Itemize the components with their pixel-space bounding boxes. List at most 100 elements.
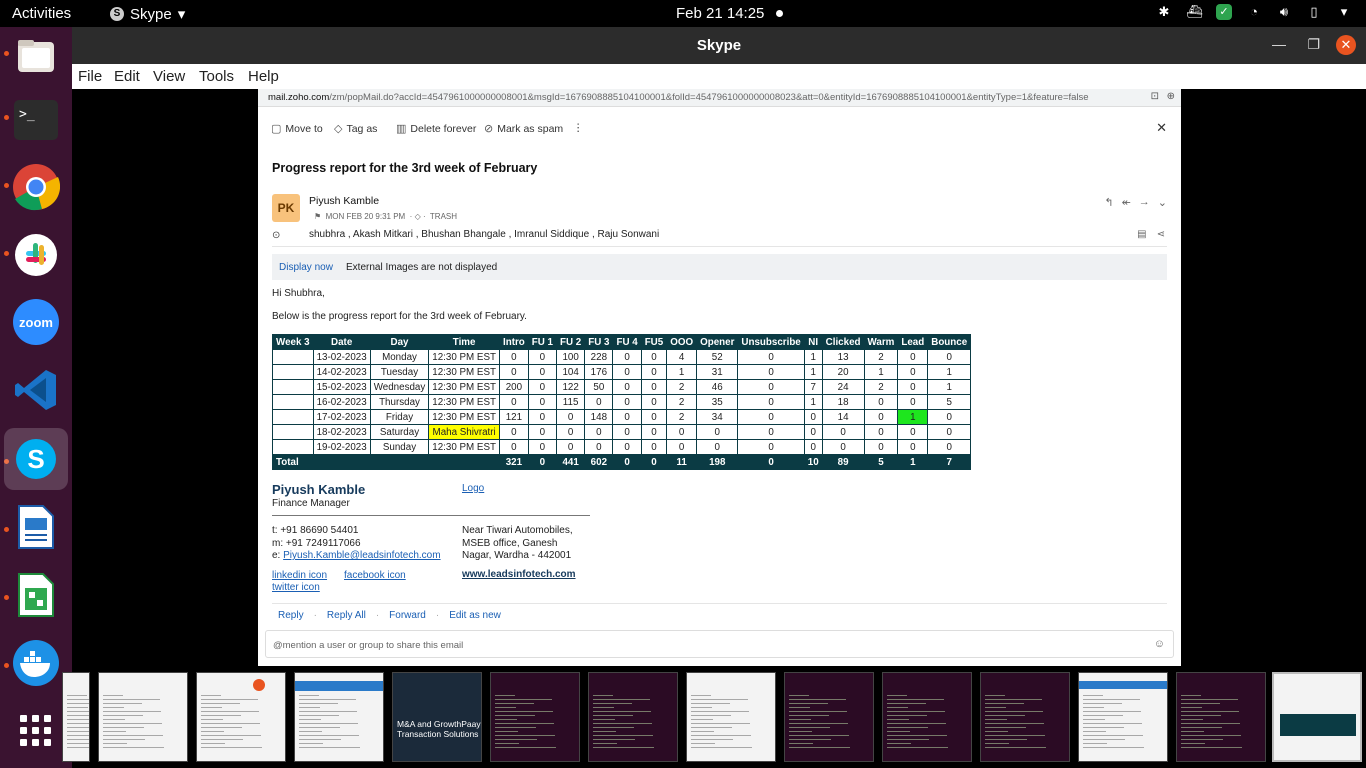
window-thumbnail[interactable]	[490, 672, 580, 762]
writer-app-icon[interactable]	[10, 501, 62, 553]
menu-help[interactable]: Help	[248, 68, 279, 85]
delete-forever-label: Delete forever	[410, 122, 477, 135]
website-link[interactable]: www.leadsinfotech.com	[462, 569, 576, 580]
chevron-down-icon[interactable]: ▾	[1336, 4, 1352, 20]
table-cell: 20	[821, 364, 865, 380]
reply-all-icon[interactable]: ↞	[1122, 196, 1131, 209]
more-options-icon[interactable]: ⋮	[573, 122, 584, 134]
recipients-expand-icon[interactable]: ⊙	[272, 230, 280, 241]
table-cell: 121	[499, 409, 529, 425]
linkedin-link[interactable]: linkedin icon	[272, 570, 327, 581]
menu-edit[interactable]: Edit	[114, 68, 140, 85]
close-icon[interactable]: ✕	[1156, 120, 1167, 136]
read-icon[interactable]: ▤	[1137, 229, 1146, 240]
tag-as-button[interactable]: ◇ Tag as	[334, 122, 377, 136]
update-check-icon[interactable]: ✓	[1216, 4, 1232, 20]
table-cell: 1	[897, 409, 929, 425]
thumbnail-text-line	[593, 747, 654, 748]
edit-as-new-link[interactable]: Edit as new	[449, 610, 501, 621]
window-thumbnail[interactable]	[882, 672, 972, 762]
table-cell: 115	[555, 394, 586, 410]
facebook-link[interactable]: facebook icon	[344, 570, 406, 581]
mention-input[interactable]: @mention a user or group to share this e…	[265, 630, 1174, 658]
tag-icon[interactable]: ◇	[415, 212, 421, 221]
volume-icon[interactable]: 🔊︎	[1276, 4, 1292, 20]
skype-app-icon[interactable]: S	[4, 428, 68, 490]
wifi-icon[interactable]: ◔	[1246, 4, 1262, 20]
delete-forever-button[interactable]: ▥ Delete forever	[396, 122, 477, 136]
app-menu[interactable]: S Skype ▾	[110, 5, 185, 23]
share-icon[interactable]: ⋖	[1157, 229, 1165, 240]
window-thumbnail[interactable]	[1078, 672, 1168, 762]
signature-logo-link[interactable]: Logo	[462, 483, 484, 494]
activities-button[interactable]: Activities	[12, 5, 71, 22]
files-app-icon[interactable]	[10, 30, 62, 82]
window-thumbnail[interactable]	[784, 672, 874, 762]
slack-app-icon[interactable]	[10, 229, 62, 281]
reply-link[interactable]: Reply	[278, 610, 304, 621]
app-grid-icon[interactable]	[10, 705, 62, 757]
chevron-down-icon: ▾	[177, 6, 186, 23]
thumbnail-text-line	[67, 707, 88, 708]
window-thumbnail[interactable]	[294, 672, 384, 762]
battery-icon[interactable]: ▯	[1306, 4, 1322, 20]
chevron-down-icon[interactable]: ⌄	[1158, 196, 1167, 209]
facebook-icon[interactable]: facebook icon	[344, 570, 406, 581]
top-bar: Activities S Skype ▾ Feb 21 14:25 ✱ ⛴ ✓ …	[0, 0, 1366, 27]
thumbnail-text-line	[67, 703, 89, 704]
thumbnail-text-line	[67, 715, 89, 716]
window-thumbnail-selected[interactable]	[1272, 672, 1362, 762]
window-thumbnail[interactable]	[686, 672, 776, 762]
zoom-icon[interactable]: ⊕	[1167, 91, 1175, 102]
menu-file[interactable]: File	[78, 68, 102, 85]
thumbnail-text-line	[593, 699, 650, 700]
window-thumbnail[interactable]: M&A and GrowthPaay Transaction Solutions	[392, 672, 482, 762]
docker-tray-icon[interactable]: ⛴	[1186, 4, 1203, 20]
reply-icon[interactable]: ↰	[1104, 196, 1113, 209]
sender-name[interactable]: Piyush Kamble	[309, 195, 379, 207]
mark-as-spam-button[interactable]: ⊘ Mark as spam	[484, 122, 563, 136]
thumbnail-text-line	[495, 731, 518, 732]
twitter-icon[interactable]: twitter icon	[272, 582, 320, 593]
linkedin-icon[interactable]: linkedin icon	[272, 570, 327, 581]
window-thumbnail[interactable]	[980, 672, 1070, 762]
window-thumbnail[interactable]	[62, 672, 90, 762]
table-cell: 0	[863, 439, 899, 455]
column-header: Bounce	[927, 334, 972, 350]
close-icon[interactable]: ✕	[1336, 35, 1356, 55]
terminal-app-icon[interactable]: >_	[10, 94, 62, 146]
slack-tray-icon[interactable]: ✱	[1156, 4, 1172, 20]
menu-tools[interactable]: Tools	[199, 68, 234, 85]
chrome-app-icon[interactable]	[10, 161, 62, 213]
window-titlebar[interactable]: Skype — ❐ ✕	[72, 27, 1366, 64]
calc-app-icon[interactable]	[10, 569, 62, 621]
system-tray[interactable]: ✱ ⛴ ✓ ◔ 🔊︎ ▯ ▾	[1156, 4, 1352, 20]
window-thumbnail[interactable]	[1176, 672, 1266, 762]
docker-app-icon[interactable]	[10, 637, 62, 689]
forward-link[interactable]: Forward	[389, 610, 426, 621]
maximize-icon[interactable]: ❐	[1307, 36, 1320, 53]
minimize-icon[interactable]: —	[1272, 36, 1286, 52]
vscode-app-icon[interactable]	[10, 364, 62, 416]
window-thumbnail[interactable]	[588, 672, 678, 762]
display-now-link[interactable]: Display now	[279, 262, 333, 273]
flag-icon[interactable]: ⚑	[314, 212, 321, 221]
window-thumbnail[interactable]	[98, 672, 188, 762]
table-cell: 0	[640, 349, 668, 365]
zoom-app-icon[interactable]: zoom	[10, 296, 62, 348]
clock[interactable]: Feb 21 14:25	[676, 5, 764, 22]
signature-email-link[interactable]: Piyush.Kamble@leadsinfotech.com	[283, 550, 440, 561]
thumbnail-text-line	[67, 743, 89, 744]
twitter-link[interactable]: twitter icon	[272, 582, 320, 593]
url-bar[interactable]: mail.zoho.com/zm/popMail.do?accId=454796…	[258, 89, 1181, 107]
forward-icon[interactable]: →	[1139, 196, 1150, 209]
window-thumbnail[interactable]	[196, 672, 286, 762]
move-to-button[interactable]: ▢ Move to	[271, 122, 323, 136]
emoji-icon[interactable]: ☺	[1154, 638, 1165, 650]
table-cell: 0	[499, 364, 529, 380]
menu-view[interactable]: View	[153, 68, 185, 85]
move-to-label: Move to	[285, 122, 323, 135]
thumbnail-text-line	[299, 727, 340, 728]
reply-all-link[interactable]: Reply All	[327, 610, 366, 621]
install-icon[interactable]: ⊡	[1151, 91, 1159, 102]
